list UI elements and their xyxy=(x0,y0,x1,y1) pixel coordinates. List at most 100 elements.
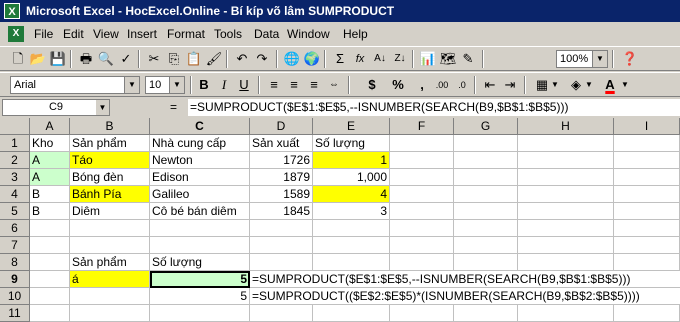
menu-help[interactable]: Help xyxy=(343,27,368,41)
cell-c3[interactable]: Edison xyxy=(150,169,250,186)
cell-d10[interactable]: =SUMPRODUCT(($E$2:$E$5)*(ISNUMBER(SEARCH… xyxy=(250,288,680,305)
workbook-icon[interactable]: X xyxy=(8,26,24,42)
chevron-down-icon[interactable]: ▼ xyxy=(584,75,594,95)
fill-color-icon[interactable]: ◈ xyxy=(566,75,586,95)
menu-file[interactable]: File xyxy=(34,27,53,41)
chevron-down-icon[interactable]: ▼ xyxy=(620,75,630,95)
align-left-icon[interactable]: ≡ xyxy=(264,75,284,95)
menu-window[interactable]: Window xyxy=(287,27,330,41)
cell-e3[interactable]: 1,000 xyxy=(313,169,390,186)
bold-button[interactable]: B xyxy=(194,75,214,95)
decrease-decimal-icon[interactable]: .0 xyxy=(452,75,472,95)
grid-cell[interactable] xyxy=(313,305,390,322)
column-header-h[interactable]: H xyxy=(518,118,614,135)
grid-cell[interactable] xyxy=(454,186,518,203)
row-header-3[interactable]: 3 xyxy=(0,169,30,186)
grid-cell[interactable] xyxy=(518,152,614,169)
grid-cell[interactable] xyxy=(614,186,680,203)
row-header-10[interactable]: 10 xyxy=(0,288,30,305)
grid-cell[interactable] xyxy=(614,203,680,220)
grid-cell[interactable] xyxy=(614,135,680,152)
column-header-b[interactable]: B xyxy=(70,118,150,135)
grid-cell[interactable] xyxy=(454,305,518,322)
grid-cell[interactable] xyxy=(454,254,518,271)
grid-cell[interactable] xyxy=(454,135,518,152)
row-header-7[interactable]: 7 xyxy=(0,237,30,254)
cell-b5[interactable]: Diêm xyxy=(70,203,150,220)
increase-indent-icon[interactable]: ⇥ xyxy=(500,75,520,95)
menu-tools[interactable]: Tools xyxy=(214,27,242,41)
select-all-corner[interactable] xyxy=(0,118,30,135)
grid-cell[interactable] xyxy=(390,203,454,220)
cell-a2[interactable]: A xyxy=(30,152,70,169)
column-header-a[interactable]: A xyxy=(30,118,70,135)
grid-cell[interactable] xyxy=(150,220,250,237)
chevron-down-icon[interactable]: ▼ xyxy=(592,51,607,67)
increase-decimal-icon[interactable]: .00 xyxy=(432,75,452,95)
grid-cell[interactable] xyxy=(390,220,454,237)
print-icon[interactable]: 🖶 xyxy=(76,49,96,69)
grid-cell[interactable] xyxy=(70,237,150,254)
sort-descending-icon[interactable]: Z↓ xyxy=(390,49,410,69)
formula-input[interactable]: =SUMPRODUCT($E$1:$E$5,--ISNUMBER(SEARCH(… xyxy=(188,99,680,116)
grid-cell[interactable] xyxy=(250,254,313,271)
grid-cell[interactable] xyxy=(518,305,614,322)
function-icon[interactable]: fx xyxy=(350,49,370,69)
grid-cell[interactable] xyxy=(390,135,454,152)
grid-cell[interactable] xyxy=(614,254,680,271)
new-document-icon[interactable]: 🗋 xyxy=(8,49,28,69)
grid-cell[interactable] xyxy=(614,305,680,322)
currency-button[interactable]: $ xyxy=(362,75,382,95)
column-header-c[interactable]: C xyxy=(150,118,250,135)
grid-cell[interactable] xyxy=(614,237,680,254)
print-preview-icon[interactable]: 🔍 xyxy=(96,49,116,69)
open-folder-icon[interactable]: 📂 xyxy=(28,49,48,69)
grid-cell[interactable] xyxy=(518,237,614,254)
cell-b9[interactable]: á xyxy=(70,271,150,288)
row-header-4[interactable]: 4 xyxy=(0,186,30,203)
grid-cell[interactable] xyxy=(518,186,614,203)
grid-cell[interactable] xyxy=(390,152,454,169)
map-icon[interactable]: 🗺 xyxy=(438,49,458,69)
chevron-down-icon[interactable]: ▼ xyxy=(169,77,184,93)
grid-cell[interactable] xyxy=(614,152,680,169)
cell-b8[interactable]: Sản phẩm xyxy=(70,254,150,271)
chart-wizard-icon[interactable]: 📊 xyxy=(418,49,438,69)
cell-a4[interactable]: B xyxy=(30,186,70,203)
grid-cell[interactable] xyxy=(454,152,518,169)
cell-e1[interactable]: Số lượng xyxy=(313,135,390,152)
save-icon[interactable]: 💾 xyxy=(48,49,68,69)
column-header-d[interactable]: D xyxy=(250,118,313,135)
row-header-9[interactable]: 9 xyxy=(0,271,30,288)
menu-data[interactable]: Data xyxy=(254,27,279,41)
grid-cell[interactable] xyxy=(30,220,70,237)
percent-button[interactable]: % xyxy=(388,75,408,95)
cell-d3[interactable]: 1879 xyxy=(250,169,313,186)
name-box[interactable]: C9 ▼ xyxy=(2,99,110,116)
row-header-6[interactable]: 6 xyxy=(0,220,30,237)
chevron-down-icon[interactable]: ▼ xyxy=(550,75,560,95)
cell-c9-selected[interactable]: 5 xyxy=(150,271,250,288)
autosum-icon[interactable]: Σ xyxy=(330,49,350,69)
grid-cell[interactable] xyxy=(518,169,614,186)
comma-style-button[interactable]: , xyxy=(412,75,432,95)
row-header-5[interactable]: 5 xyxy=(0,203,30,220)
grid-cell[interactable] xyxy=(454,220,518,237)
grid-cell[interactable] xyxy=(614,169,680,186)
row-header-8[interactable]: 8 xyxy=(0,254,30,271)
cell-a3[interactable]: A xyxy=(30,169,70,186)
font-name-select[interactable]: Arial ▼ xyxy=(10,76,140,94)
grid-cell[interactable] xyxy=(390,169,454,186)
grid-cell[interactable] xyxy=(150,305,250,322)
grid-cell[interactable] xyxy=(30,254,70,271)
cell-d1[interactable]: Sản xuất xyxy=(250,135,313,152)
row-header-11[interactable]: 11 xyxy=(0,305,30,322)
grid-cell[interactable] xyxy=(70,220,150,237)
grid-cell[interactable] xyxy=(250,237,313,254)
grid-cell[interactable] xyxy=(390,186,454,203)
grid-cell[interactable] xyxy=(30,288,70,305)
column-header-e[interactable]: E xyxy=(313,118,390,135)
paste-icon[interactable]: 📋 xyxy=(184,49,204,69)
column-header-f[interactable]: F xyxy=(390,118,454,135)
grid-cell[interactable] xyxy=(454,237,518,254)
